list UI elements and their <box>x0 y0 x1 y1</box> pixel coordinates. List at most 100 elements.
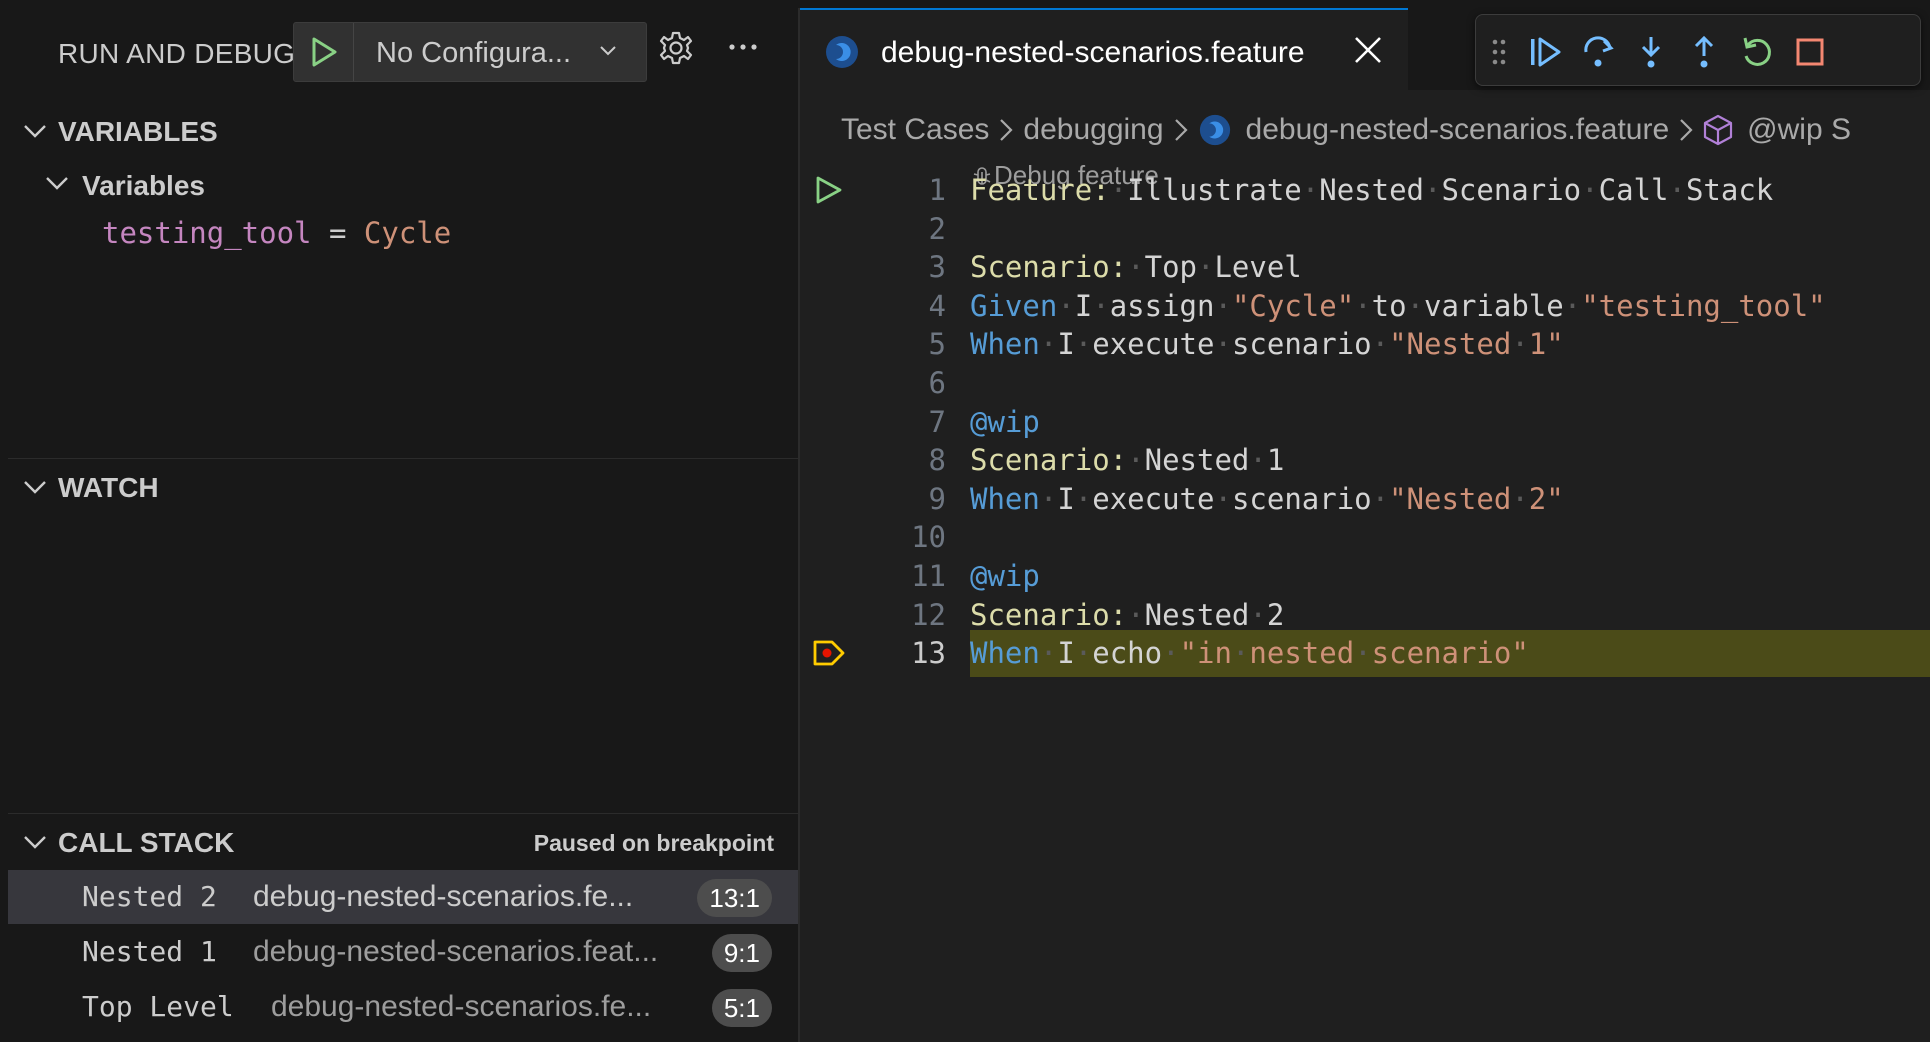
code-token: · <box>1424 173 1442 207</box>
code-text: When·I·echo·"in·nested·scenario" <box>970 636 1529 670</box>
code-token: · <box>1197 250 1215 285</box>
ellipsis-icon <box>729 44 757 50</box>
code-token: · <box>1109 173 1128 207</box>
restart-icon <box>1743 37 1771 66</box>
section-divider <box>8 458 798 459</box>
code-token: Nested <box>1319 173 1424 207</box>
code-token: · <box>1214 327 1232 362</box>
open-launch-json-button[interactable] <box>658 30 694 71</box>
code-token: variable <box>1424 288 1564 323</box>
code-token: · <box>1668 173 1686 207</box>
breadcrumb-item[interactable]: Test Cases <box>841 113 989 147</box>
code-token: · <box>1127 597 1145 632</box>
code-text: Given·I·assign·"Cycle"·to·variable·"test… <box>970 289 1826 323</box>
configuration-label: No Configura... <box>376 37 572 69</box>
code-token: Nested <box>1144 597 1250 632</box>
code-text: @wip <box>970 559 1040 593</box>
code-token: 1" <box>1528 327 1564 362</box>
code-token: · <box>1563 288 1582 323</box>
editor-area: debug-nested-scenarios.feature Test Case… <box>800 8 1930 1042</box>
code-token: 1 <box>1266 443 1285 478</box>
step-over-icon <box>1584 36 1614 67</box>
step-out-button[interactable] <box>1685 33 1723 71</box>
code-token: scenario <box>1231 481 1372 516</box>
code-token: · <box>1039 636 1058 671</box>
breadcrumb-item[interactable]: debugging <box>1023 113 1163 147</box>
call-stack-frame[interactable]: Nested 2 debug-nested-scenarios.fe... 13… <box>8 870 798 924</box>
code-token: Given <box>970 288 1058 323</box>
line-number: 11 <box>911 559 946 593</box>
frame-name: Top Level <box>82 990 234 1023</box>
watch-section-header[interactable]: WATCH <box>8 464 798 510</box>
line-number: 13 <box>911 636 946 671</box>
play-icon <box>312 37 336 67</box>
watch-section-title: WATCH <box>58 472 159 503</box>
tab-active-file[interactable]: debug-nested-scenarios.feature <box>800 8 1408 90</box>
cucumber-file-icon <box>826 36 858 68</box>
code-token: · <box>1074 636 1093 671</box>
line-number: 8 <box>928 443 946 478</box>
line-number: 1 <box>928 173 946 207</box>
code-token: · <box>1301 173 1320 207</box>
launch-configuration-select[interactable]: No Configura... <box>293 22 647 82</box>
code-token: · <box>1371 327 1390 362</box>
tab-bar: debug-nested-scenarios.feature <box>800 8 1930 90</box>
more-actions-button[interactable] <box>726 30 760 69</box>
code-token: @wip <box>970 404 1040 439</box>
code-token: · <box>1511 327 1529 362</box>
code-token: · <box>1511 481 1529 516</box>
chevron-right-icon <box>1677 117 1695 143</box>
variables-scope-row[interactable]: Variables <box>8 164 798 206</box>
code-token: Nested <box>1144 443 1250 478</box>
start-debugging-button[interactable] <box>294 23 354 81</box>
variables-scope-label: Variables <box>82 170 205 201</box>
stop-button[interactable] <box>1791 33 1829 71</box>
call-stack-frame[interactable]: Top Level debug-nested-scenarios.fe... 5… <box>8 980 798 1034</box>
code-token: · <box>1127 443 1145 478</box>
run-and-debug-sidebar: RUN AND DEBUG No Configura... VARIABLES … <box>8 8 798 1042</box>
code-token: · <box>1371 481 1390 516</box>
code-token: · <box>1039 327 1058 362</box>
code-token: · <box>1214 481 1232 516</box>
call-stack-frame[interactable]: Nested 1 debug-nested-scenarios.feat... … <box>8 925 798 979</box>
run-feature-icon[interactable] <box>812 174 844 206</box>
line-number: 3 <box>928 250 946 285</box>
code-token: When <box>970 327 1040 362</box>
line-number: 9 <box>928 481 946 516</box>
step-into-icon <box>1641 37 1661 68</box>
code-line[interactable]: 13 When·I·echo·"in·nested·scenario" <box>800 630 1930 678</box>
restart-button[interactable] <box>1738 33 1776 71</box>
code-token: · <box>1092 288 1110 323</box>
code-text: @wip <box>970 405 1040 439</box>
frame-file: debug-nested-scenarios.fe... <box>253 880 634 913</box>
frame-name: Nested 1 <box>82 935 217 968</box>
code-token: scenario" <box>1371 636 1529 671</box>
code-text: Feature:·Illustrate·Nested·Scenario·Call… <box>970 173 1773 207</box>
code-token: Level <box>1214 250 1302 285</box>
step-into-button[interactable] <box>1632 33 1670 71</box>
code-token: @wip <box>970 559 1040 593</box>
chevron-down-icon <box>46 177 68 190</box>
code-token: execute <box>1092 327 1215 362</box>
step-out-icon <box>1694 35 1714 68</box>
frame-position-badge: 13:1 <box>697 879 772 917</box>
line-number: 5 <box>928 327 946 362</box>
continue-button[interactable] <box>1526 33 1564 71</box>
code-token: "Nested <box>1389 327 1512 362</box>
code-token: execute <box>1092 481 1215 516</box>
step-over-button[interactable] <box>1579 33 1617 71</box>
code-token: · <box>1162 636 1180 671</box>
breadcrumb-item[interactable]: @wip S <box>1747 113 1851 147</box>
code-text: Scenario:·Nested·1 <box>970 443 1284 477</box>
code-token: · <box>1581 173 1599 207</box>
drag-handle[interactable] <box>1488 33 1510 71</box>
variables-section-header[interactable]: VARIABLES <box>8 108 798 154</box>
cucumber-file-icon <box>1198 113 1232 147</box>
breakpoint-paused-icon[interactable] <box>812 637 846 669</box>
line-number: 12 <box>911 597 946 632</box>
code-token: scenario <box>1231 327 1372 362</box>
breadcrumb-item[interactable]: debug-nested-scenarios.feature <box>1246 113 1670 147</box>
close-tab-button[interactable] <box>1352 34 1384 71</box>
variable-row[interactable]: testing_tool = Cycle <box>102 216 451 250</box>
code-token: 2" <box>1528 481 1564 516</box>
